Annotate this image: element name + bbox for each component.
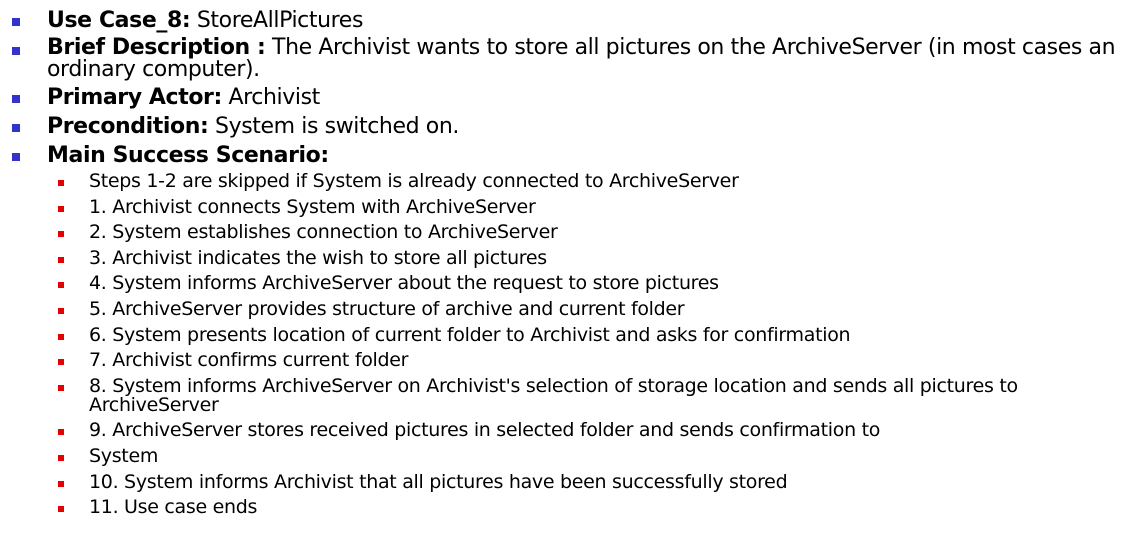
step-text: 10. System informs Archivist that all pi… — [89, 470, 788, 493]
field-value: Archivist — [221, 85, 320, 110]
field-value: System is switched on. — [208, 114, 459, 139]
step-text: 9. ArchiveServer stores received picture… — [89, 419, 881, 442]
slide: Use Case_8: StoreAllPictures Brief Descr… — [0, 0, 1132, 541]
scenario-step: 11. Use case ends — [0, 498, 1125, 517]
use-case-name: Use Case_8: StoreAllPictures — [0, 8, 1125, 33]
step-text: 3. Archivist indicates the wish to store… — [89, 246, 547, 269]
square-bullet-icon — [58, 506, 64, 513]
scenario-step: 6. System presents location of current f… — [0, 323, 1125, 346]
square-bullet-icon — [58, 180, 64, 186]
scenario-step: 7. Archivist confirms current folder — [0, 351, 1125, 370]
square-bullet-icon — [58, 384, 64, 391]
field-value: StoreAllPictures — [190, 8, 364, 33]
step-text: 2. System establishes connection to Arch… — [89, 221, 558, 244]
scenario-steps: Steps 1-2 are skipped if System is alrea… — [0, 172, 1125, 517]
step-text: 6. System presents location of current f… — [89, 323, 851, 346]
scenario-step: 8. System informs ArchiveServer on Archi… — [0, 374, 1125, 416]
brief-description: Brief Description : The Archivist wants … — [0, 37, 1125, 81]
field-label: Use Case_8: — [47, 8, 191, 33]
main-success-scenario: Main Success Scenario: Steps 1-2 are ski… — [0, 143, 1125, 517]
step-text: 11. Use case ends — [89, 496, 258, 519]
step-text: 7. Archivist confirms current folder — [89, 349, 409, 372]
square-bullet-icon — [58, 454, 64, 461]
square-bullet-icon — [58, 256, 64, 263]
square-bullet-icon — [58, 480, 64, 487]
field-label: Precondition: — [47, 114, 209, 139]
scenario-step: Steps 1-2 are skipped if System is alrea… — [0, 172, 1125, 191]
scenario-step: 4. System informs ArchiveServer about th… — [0, 274, 1125, 293]
square-bullet-icon — [58, 231, 64, 238]
scenario-step: 2. System establishes connection to Arch… — [0, 223, 1125, 242]
step-text: 8. System informs ArchiveServer on Archi… — [89, 374, 1018, 416]
primary-actor: Primary Actor: Archivist — [0, 85, 1125, 110]
square-bullet-icon — [58, 333, 64, 340]
square-bullet-icon — [58, 359, 64, 366]
scenario-step: 3. Archivist indicates the wish to store… — [0, 246, 1125, 269]
step-text: 1. Archivist connects System with Archiv… — [89, 195, 536, 218]
square-bullet-icon — [12, 153, 20, 161]
square-bullet-icon — [58, 307, 64, 314]
square-bullet-icon — [12, 18, 20, 26]
field-label: Main Success Scenario: — [47, 143, 329, 168]
field-label: Primary Actor: — [47, 85, 222, 110]
use-case-list: Use Case_8: StoreAllPictures Brief Descr… — [0, 8, 1125, 524]
step-text: 4. System informs ArchiveServer about th… — [89, 272, 719, 295]
scenario-step: 5. ArchiveServer provides structure of a… — [0, 297, 1125, 320]
scenario-step: System — [0, 444, 1125, 467]
square-bullet-icon — [58, 205, 64, 212]
scenario-step: 1. Archivist connects System with Archiv… — [0, 195, 1125, 218]
square-bullet-icon — [58, 429, 64, 436]
square-bullet-icon — [12, 124, 20, 132]
step-text: 5. ArchiveServer provides structure of a… — [89, 297, 685, 320]
square-bullet-icon — [58, 282, 64, 289]
precondition: Precondition: System is switched on. — [0, 114, 1125, 139]
step-text: System — [89, 444, 159, 467]
square-bullet-icon — [12, 47, 20, 55]
scenario-step: 10. System informs Archivist that all pi… — [0, 470, 1125, 493]
square-bullet-icon — [12, 95, 20, 103]
scenario-step: 9. ArchiveServer stores received picture… — [0, 421, 1125, 440]
step-text: Steps 1-2 are skipped if System is alrea… — [89, 170, 739, 192]
